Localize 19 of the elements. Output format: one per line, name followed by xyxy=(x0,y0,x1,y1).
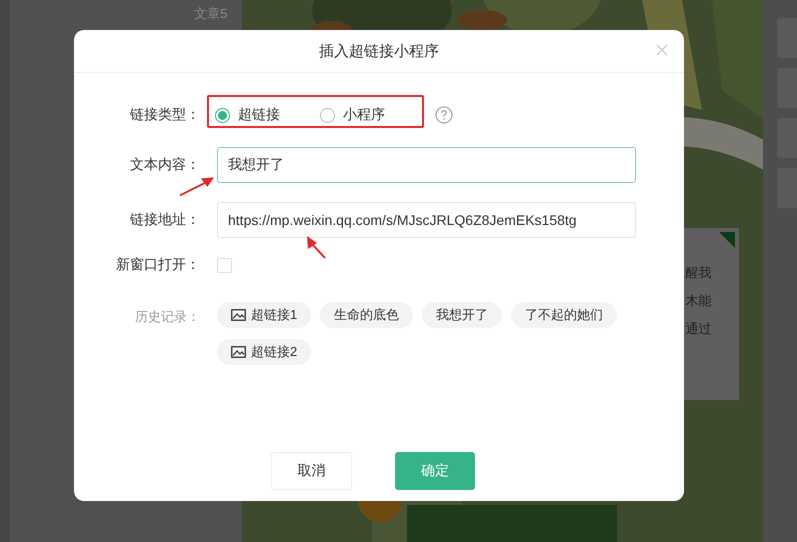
history-chip[interactable]: 了不起的她们 xyxy=(511,302,618,328)
field-label: 新窗口打开： xyxy=(115,256,200,274)
card-text: 通过 xyxy=(685,320,712,338)
dialog-title: 插入超链接小程序 xyxy=(319,42,439,60)
text-field[interactable]: 我想开了 xyxy=(217,147,636,183)
history-chip[interactable]: 超链接1 xyxy=(217,302,312,328)
field-label: 文本内容： xyxy=(129,156,200,174)
radio-option[interactable]: 超链接 xyxy=(215,106,280,124)
card-text: 醒我 xyxy=(685,264,712,282)
card-text: 木能 xyxy=(685,292,712,310)
cancel-button[interactable]: 取消 xyxy=(271,452,352,490)
url-field[interactable]: https://mp.weixin.qq.com/s/MJscJRLQ6Z8JemEKs158tg xyxy=(217,202,636,238)
history-chip[interactable]: 超链接2 xyxy=(217,339,312,365)
history-chip[interactable]: 生命的底色 xyxy=(320,302,414,328)
field-label: 历史记录： xyxy=(134,308,200,326)
radio-option[interactable]: 小程序 xyxy=(320,106,385,124)
field-label: 链接类型： xyxy=(129,106,200,124)
history-chip[interactable]: 我想开了 xyxy=(422,302,502,328)
field-label: 链接地址： xyxy=(129,211,200,229)
